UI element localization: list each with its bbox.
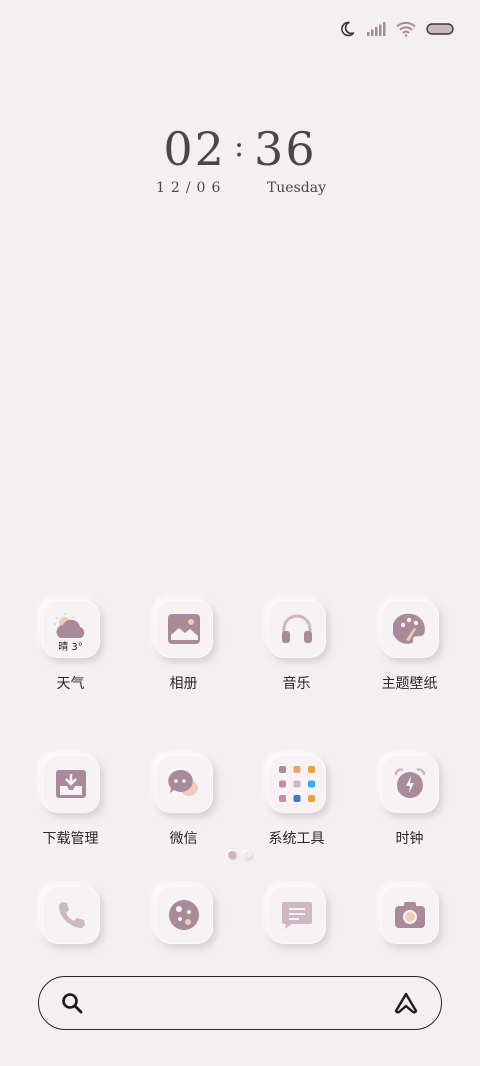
battery-icon <box>426 23 454 35</box>
clock-time: 02 : 36 <box>163 122 316 176</box>
clock-minute: 36 <box>254 122 317 176</box>
weather-temp: 晴 3° <box>58 642 83 653</box>
app-label: 时钟 <box>395 831 424 847</box>
app-label: 音乐 <box>282 676 311 692</box>
moon-icon <box>341 21 355 37</box>
clock-hour: 02 <box>163 122 226 176</box>
clock-separator: : <box>233 128 247 164</box>
app-label: 系统工具 <box>268 831 325 847</box>
wechat-tile[interactable] <box>154 755 213 813</box>
phone-tile[interactable] <box>41 886 100 944</box>
tools-folder-tile[interactable] <box>267 755 326 813</box>
folder-icon <box>278 766 315 802</box>
search-icon[interactable] <box>61 992 83 1014</box>
browser-tile[interactable] <box>154 886 213 944</box>
clock-date: 12/06 <box>156 180 227 196</box>
app-tools-folder[interactable]: 系统工具 <box>240 755 353 848</box>
palette-icon <box>392 613 425 644</box>
headphones-icon <box>281 614 312 643</box>
downloads-tile[interactable] <box>41 755 100 813</box>
camera-icon <box>394 902 425 928</box>
gallery-tile[interactable] <box>154 600 213 658</box>
download-tray-icon <box>55 770 86 798</box>
messages-icon <box>281 902 312 929</box>
signal-icon <box>367 22 386 36</box>
dock-browser[interactable] <box>127 886 240 944</box>
page-indicator[interactable] <box>0 851 480 859</box>
dock <box>14 886 466 944</box>
page-dot-active[interactable] <box>228 851 236 859</box>
wifi-icon <box>396 21 416 37</box>
chat-bubble-icon <box>167 769 198 796</box>
clock-widget[interactable]: 02 : 36 <box>0 122 480 176</box>
home-screen: 02 : 36 12/06 Tuesday 晴 3° 天气 相册 音乐 主题壁纸… <box>0 0 480 1066</box>
app-wechat[interactable]: 微信 <box>127 755 240 848</box>
clock-tile[interactable] <box>380 755 439 813</box>
themes-tile[interactable] <box>380 600 439 658</box>
alarm-clock-icon <box>394 768 425 798</box>
app-label: 相册 <box>169 676 198 692</box>
app-label: 天气 <box>56 676 85 692</box>
app-grid: 晴 3° 天气 相册 音乐 主题壁纸 下载管理 微信 系统工具 时钟 <box>14 600 466 910</box>
dock-camera[interactable] <box>353 886 466 944</box>
clock-weekday: Tuesday <box>266 180 326 196</box>
page-dot[interactable] <box>244 851 252 859</box>
app-gallery[interactable]: 相册 <box>127 600 240 693</box>
app-label: 主题壁纸 <box>381 676 438 692</box>
search-bar[interactable] <box>38 976 442 1030</box>
assistant-icon[interactable] <box>393 991 419 1015</box>
messages-tile[interactable] <box>267 886 326 944</box>
app-music[interactable]: 音乐 <box>240 600 353 693</box>
phone-icon <box>58 902 85 928</box>
gallery-icon <box>167 614 200 644</box>
camera-tile[interactable] <box>380 886 439 944</box>
app-themes[interactable]: 主题壁纸 <box>353 600 466 693</box>
music-tile[interactable] <box>267 600 326 658</box>
app-downloads[interactable]: 下载管理 <box>14 755 127 848</box>
dock-messages[interactable] <box>240 886 353 944</box>
app-label: 微信 <box>169 831 198 847</box>
browser-icon <box>168 900 199 930</box>
app-weather[interactable]: 晴 3° 天气 <box>14 600 127 693</box>
app-label: 下载管理 <box>42 831 99 847</box>
dock-phone[interactable] <box>14 886 127 944</box>
app-clock[interactable]: 时钟 <box>353 755 466 848</box>
status-bar <box>338 20 454 38</box>
app-row-2: 下载管理 微信 系统工具 时钟 <box>14 755 466 848</box>
app-row-1: 晴 3° 天气 相册 音乐 主题壁纸 <box>14 600 466 693</box>
weather-tile[interactable]: 晴 3° <box>41 600 100 658</box>
date-line: 12/06 Tuesday <box>156 180 326 196</box>
